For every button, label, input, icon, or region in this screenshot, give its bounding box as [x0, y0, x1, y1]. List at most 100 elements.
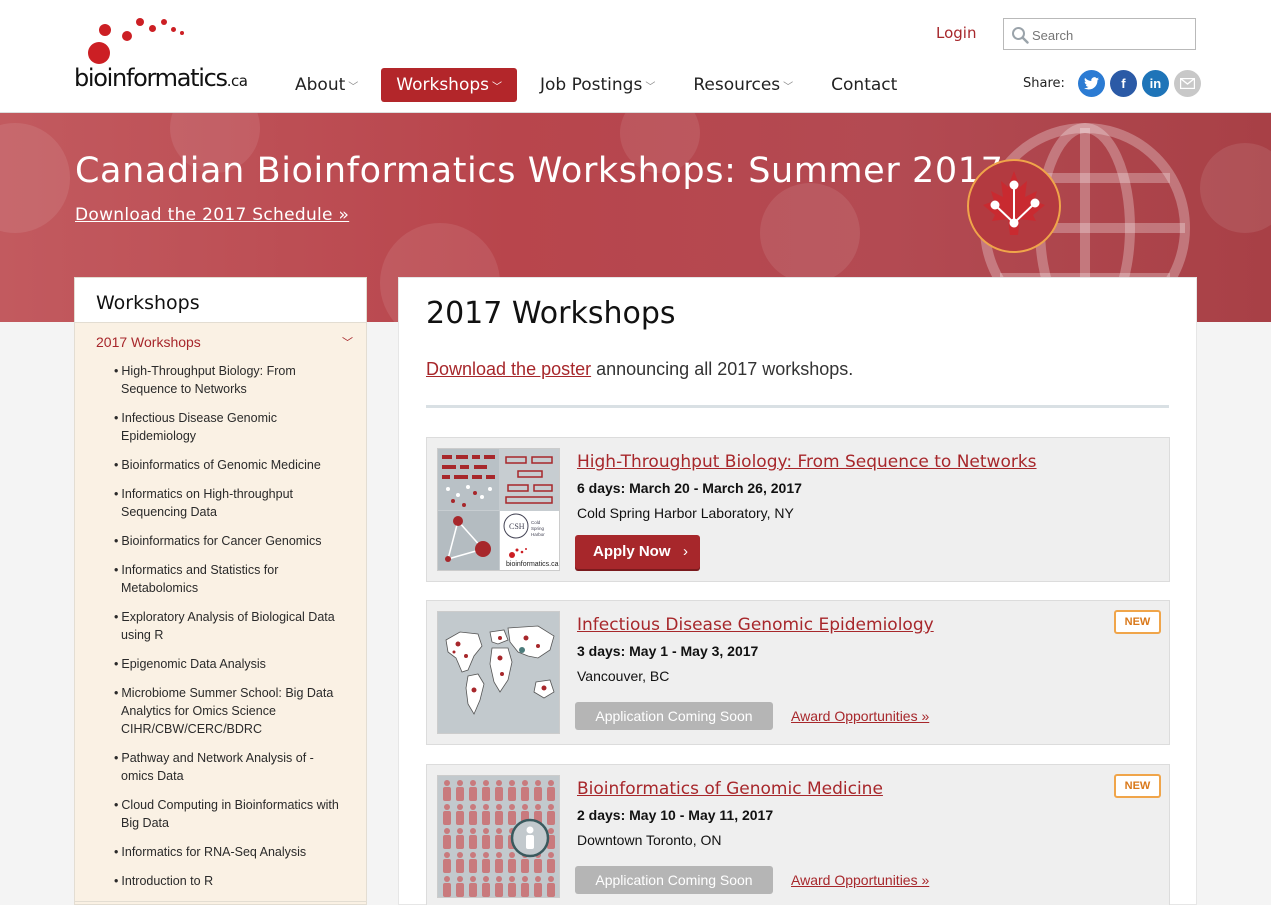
divider	[426, 405, 1169, 408]
person-figure	[521, 780, 529, 801]
sidebar-item[interactable]: Introduction to R	[114, 872, 344, 890]
person-figure	[495, 804, 503, 825]
search-box[interactable]	[1003, 18, 1196, 50]
svg-text:bioinformatics.ca: bioinformatics.ca	[506, 561, 559, 568]
sidebar-item[interactable]: Informatics on High-throughput Sequencin…	[114, 485, 344, 521]
person-figure	[534, 780, 542, 801]
person-figure	[456, 876, 464, 897]
workshop-thumbnail[interactable]	[437, 611, 560, 734]
workshop-title-link[interactable]: Infectious Disease Genomic Epidemiology	[577, 615, 934, 635]
chevron-right-icon: ›	[683, 543, 688, 560]
chevron-down-icon[interactable]: ﹀	[342, 334, 353, 350]
logo-dot	[149, 25, 156, 32]
person-figure	[443, 852, 451, 873]
svg-text:CSH: CSH	[509, 522, 525, 531]
hero-title: Canadian Bioinformatics Workshops: Summe…	[75, 151, 1004, 191]
person-figure	[482, 780, 490, 801]
sidebar-item[interactable]: Bioinformatics for Cancer Genomics	[114, 532, 344, 550]
person-figure	[547, 852, 555, 873]
workshop-thumbnail[interactable]	[437, 775, 560, 898]
workshop-title-link[interactable]: High-Throughput Biology: From Sequence t…	[577, 452, 1037, 472]
workshop-location: Vancouver, BC	[577, 668, 670, 684]
logo-dot	[122, 31, 132, 41]
application-coming-soon-button[interactable]: Application Coming Soon	[575, 702, 773, 730]
workshop-location: Cold Spring Harbor Laboratory, NY	[577, 505, 794, 521]
nav-job-postings[interactable]: Job Postings ﹀	[525, 68, 670, 102]
person-figure	[469, 876, 477, 897]
sidebar-item[interactable]: Microbiome Summer School: Big Data Analy…	[114, 684, 344, 738]
sidebar: Workshops 2017 Workshops ﹀ High-Throughp…	[74, 277, 367, 905]
sidebar-item[interactable]: Pathway and Network Analysis of -omics D…	[114, 749, 344, 785]
share-bar: Share: f in	[1023, 70, 1201, 97]
workshop-title-link[interactable]: Bioinformatics of Genomic Medicine	[577, 779, 883, 799]
nav-about[interactable]: About ﹀	[280, 68, 373, 102]
person-figure	[482, 828, 490, 849]
bokeh-circle	[1200, 143, 1271, 233]
sidebar-item[interactable]: Informatics and Statistics for Metabolom…	[114, 561, 344, 597]
nav-contact[interactable]: Contact	[816, 68, 912, 102]
person-figure	[443, 828, 451, 849]
login-link[interactable]: Login	[936, 24, 976, 42]
person-figure	[495, 828, 503, 849]
sidebar-item[interactable]: Cloud Computing in Bioinformatics with B…	[114, 796, 344, 832]
workshop-thumbnail[interactable]: CSH Cold Spring Harbor bioinformatics.ca	[437, 448, 560, 571]
sidebar-item[interactable]: Bioinformatics of Genomic Medicine	[114, 456, 344, 474]
person-figure	[495, 876, 503, 897]
award-opportunities-link[interactable]: Award Opportunities »	[791, 872, 929, 888]
person-figure	[469, 804, 477, 825]
person-figure	[521, 876, 529, 897]
site-header: bioinformatics.ca About ﹀ Workshops ﹀ Job …	[0, 0, 1271, 113]
apply-now-button[interactable]: Apply Now ›	[575, 535, 700, 569]
new-badge: NEW	[1114, 610, 1161, 634]
svg-text:Spring: Spring	[531, 526, 545, 531]
person-figure	[482, 876, 490, 897]
sidebar-item[interactable]: Informatics for RNA-Seq Analysis	[114, 843, 344, 861]
sidebar-item[interactable]: High-Throughput Biology: From Sequence t…	[114, 362, 344, 398]
nav-resources[interactable]: Resources ﹀	[678, 68, 808, 102]
chevron-down-icon: ﹀	[348, 81, 359, 93]
twitter-icon[interactable]	[1077, 70, 1105, 97]
person-figure	[443, 876, 451, 897]
person-figure	[482, 852, 490, 873]
download-schedule-link[interactable]: Download the 2017 Schedule »	[75, 205, 349, 225]
site-logo[interactable]: bioinformatics.ca	[74, 14, 254, 94]
bokeh-circle	[760, 183, 860, 283]
logo-dot	[180, 31, 184, 35]
facebook-icon[interactable]: f	[1109, 70, 1137, 97]
sidebar-item[interactable]: Exploratory Analysis of Biological Data …	[114, 608, 344, 644]
person-figure	[456, 852, 464, 873]
sidebar-item[interactable]: Infectious Disease Genomic Epidemiology	[114, 409, 344, 445]
search-icon	[1012, 27, 1029, 44]
search-input[interactable]	[1032, 25, 1187, 45]
workshop-card: CSH Cold Spring Harbor bioinformatics.ca…	[426, 437, 1170, 582]
linkedin-icon[interactable]: in	[1141, 70, 1169, 97]
new-badge: NEW	[1114, 774, 1161, 798]
apply-now-label: Apply Now	[593, 543, 671, 560]
page-title: 2017 Workshops	[426, 296, 676, 331]
person-figure	[547, 804, 555, 825]
logo-dot	[88, 42, 110, 64]
svg-text:Cold: Cold	[531, 520, 541, 525]
sidebar-group-2017[interactable]: 2017 Workshops	[96, 334, 201, 350]
logo-main-text: bioinformatics	[74, 64, 228, 92]
bokeh-circle	[0, 123, 70, 233]
person-figure	[508, 876, 516, 897]
person-figure	[456, 828, 464, 849]
logo-dot	[171, 27, 176, 32]
sidebar-item[interactable]: Epigenomic Data Analysis	[114, 655, 344, 673]
person-figure	[508, 852, 516, 873]
share-label: Share:	[1023, 76, 1065, 91]
maple-leaf-icon	[967, 159, 1061, 253]
workshop-card: NEW Bioinformatics of Genomic Medicine 2…	[426, 764, 1170, 905]
email-icon[interactable]	[1173, 70, 1201, 97]
person-figure	[547, 876, 555, 897]
person-figure	[495, 852, 503, 873]
application-coming-soon-button[interactable]: Application Coming Soon	[575, 866, 773, 894]
nav-workshops[interactable]: Workshops ﹀	[381, 67, 517, 102]
workshop-dates: 2 days: May 10 - May 11, 2017	[577, 807, 774, 823]
download-poster-link[interactable]: Download the poster	[426, 359, 591, 379]
person-figure	[547, 780, 555, 801]
award-opportunities-link[interactable]: Award Opportunities »	[791, 708, 929, 724]
main-nav: About ﹀ Workshops ﹀ Job Postings ﹀ Resource…	[280, 67, 920, 102]
intro-text: Download the poster announcing all 2017 …	[426, 359, 853, 380]
